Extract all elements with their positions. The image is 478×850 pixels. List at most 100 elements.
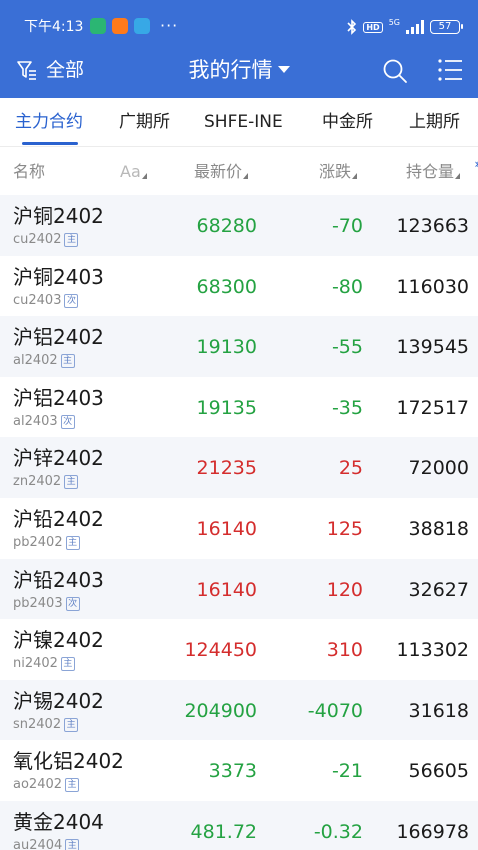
tab-gfex[interactable]: 广期所 — [119, 111, 170, 133]
contract-code-cell: zn2402 主 — [13, 474, 79, 490]
last-price: 68300 — [196, 275, 257, 298]
contract-code-cell: ni2402 主 — [13, 656, 75, 672]
quote-row[interactable]: 沪铜2403 cu2403 次 68300 -80 116030 — [0, 255, 478, 317]
app-header: 全部 我的行情 — [0, 42, 478, 98]
tab-shfe[interactable]: 上期所 — [409, 111, 460, 133]
contract-code: al2403 — [13, 413, 58, 429]
quote-row[interactable]: 沪铅2403 pb2403 次 16140 120 32627 — [0, 558, 478, 620]
price-change: 125 — [326, 517, 363, 540]
sort-icon — [352, 173, 358, 179]
tab-shfe-ine[interactable]: SHFE-INE — [204, 111, 283, 133]
price-change: 25 — [338, 457, 363, 480]
contract-name: 沪锌2402 — [13, 446, 104, 471]
contract-code: sn2402 — [13, 716, 62, 732]
last-price: 19130 — [196, 336, 257, 359]
quote-row[interactable]: 沪铝2403 al2403 次 19135 -35 172517 — [0, 376, 478, 438]
last-price: 19135 — [196, 396, 257, 419]
open-interest: 116030 — [396, 275, 469, 298]
contract-name: 沪铅2402 — [13, 506, 104, 531]
last-price: 204900 — [184, 699, 257, 722]
column-change-sort[interactable]: 涨跌 — [319, 162, 358, 182]
more-notifications-icon: ··· — [160, 16, 179, 35]
font-size-toggle[interactable]: Aa — [120, 162, 147, 182]
contract-name: 沪锡2402 — [13, 688, 104, 713]
price-change: -35 — [331, 396, 363, 419]
column-price-sort[interactable]: 最新价 — [194, 162, 249, 182]
status-bar: 下午4:13 ··· HD 5G 57 — [0, 0, 478, 42]
contract-code-cell: al2402 主 — [13, 353, 75, 369]
contract-tag: 次 — [65, 596, 80, 611]
column-oi-label: 持仓量 — [406, 162, 455, 181]
contract-name: 氧化铝2402 — [13, 749, 124, 774]
open-interest: 31618 — [408, 699, 469, 722]
hd-icon: HD — [363, 21, 383, 33]
contract-code: zn2402 — [13, 474, 62, 490]
open-interest: 32627 — [408, 578, 469, 601]
contract-tag: 次 — [64, 293, 79, 308]
column-name: 名称 — [13, 162, 46, 181]
quote-row[interactable]: 沪锌2402 zn2402 主 21235 25 72000 — [0, 437, 478, 498]
contract-tag: 主 — [64, 233, 79, 247]
price-change: -55 — [331, 336, 363, 359]
open-interest: 113302 — [396, 639, 469, 662]
scroll-right-icon[interactable]: ›› — [474, 157, 478, 171]
last-price: 16140 — [196, 517, 257, 540]
contract-code-cell: sn2402 主 — [13, 716, 79, 733]
active-tab-indicator — [22, 142, 78, 145]
open-interest: 139545 — [396, 336, 469, 359]
quote-row[interactable]: 沪铝2402 al2402 主 19130 -55 139545 — [0, 316, 478, 377]
last-price: 3373 — [208, 760, 257, 783]
price-change: -4070 — [307, 699, 363, 722]
contract-code: pb2403 — [13, 595, 63, 611]
contract-code-cell: ao2402 主 — [13, 777, 80, 793]
quote-row[interactable]: 沪锡2402 sn2402 主 204900 -4070 31618 — [0, 679, 478, 741]
contract-tag: 主 — [65, 535, 80, 550]
contract-code: ao2402 — [13, 777, 63, 793]
price-change: 310 — [326, 639, 363, 662]
quote-row[interactable]: 黄金2404 au2404 主 481.72 -0.32 166978 — [0, 800, 478, 850]
search-icon[interactable] — [382, 58, 408, 84]
quote-row[interactable]: 沪铜2402 cu2402 主 68280 -70 123663 — [0, 195, 478, 256]
open-interest: 123663 — [396, 215, 469, 237]
page-title: 我的行情 — [188, 58, 273, 82]
shield-app-icon — [90, 18, 106, 34]
quote-row[interactable]: 氧化铝2402 ao2402 主 3373 -21 56605 — [0, 740, 478, 801]
last-price: 124450 — [184, 639, 257, 662]
tab-main-contracts[interactable]: 主力合约 — [15, 111, 83, 133]
contract-code: cu2403 — [13, 292, 62, 308]
price-change: -70 — [331, 215, 363, 237]
contract-code-cell: pb2402 主 — [13, 535, 80, 551]
price-change: 120 — [326, 578, 363, 601]
contract-code: ni2402 — [13, 656, 58, 672]
contract-code-cell: cu2403 次 — [13, 292, 79, 309]
contract-name: 沪镍2402 — [13, 628, 104, 653]
chevron-down-icon — [277, 65, 290, 73]
telegram-app-icon — [134, 18, 150, 34]
menu-list-icon[interactable] — [438, 58, 464, 82]
quote-row[interactable]: 沪镍2402 ni2402 主 124450 310 113302 — [0, 619, 478, 680]
quote-list: 沪铜2402 cu2402 主 68280 -70 123663 沪铜2403 c… — [0, 195, 478, 850]
contract-tag: 主 — [60, 657, 75, 672]
contract-code-cell: pb2403 次 — [13, 596, 80, 612]
tab-cffex[interactable]: 中金所 — [322, 111, 373, 133]
column-header: 名称 Aa 最新价 涨跌 持仓量 ›› — [0, 147, 478, 195]
contract-tag: 主 — [65, 838, 80, 850]
bluetooth-icon — [347, 19, 357, 35]
contract-tag: 次 — [60, 414, 75, 429]
quote-row[interactable]: 沪铅2402 pb2402 主 16140 125 38818 — [0, 497, 478, 559]
contract-code: al2402 — [13, 353, 58, 369]
column-oi-sort[interactable]: 持仓量 — [406, 162, 461, 182]
open-interest: 56605 — [408, 760, 469, 783]
contract-code-cell: cu2402 主 — [13, 232, 79, 248]
sort-icon — [243, 173, 249, 179]
open-interest: 38818 — [408, 517, 469, 540]
contract-tag: 主 — [60, 354, 75, 369]
column-price-label: 最新价 — [194, 162, 243, 181]
contract-name: 沪铅2403 — [13, 567, 104, 592]
contract-name: 沪铝2402 — [13, 325, 104, 350]
last-price: 21235 — [196, 457, 257, 480]
network-type: 5G — [388, 17, 400, 27]
status-time: 下午4:13 — [24, 19, 84, 35]
contract-code: cu2402 — [13, 232, 62, 247]
open-interest: 72000 — [408, 457, 469, 480]
